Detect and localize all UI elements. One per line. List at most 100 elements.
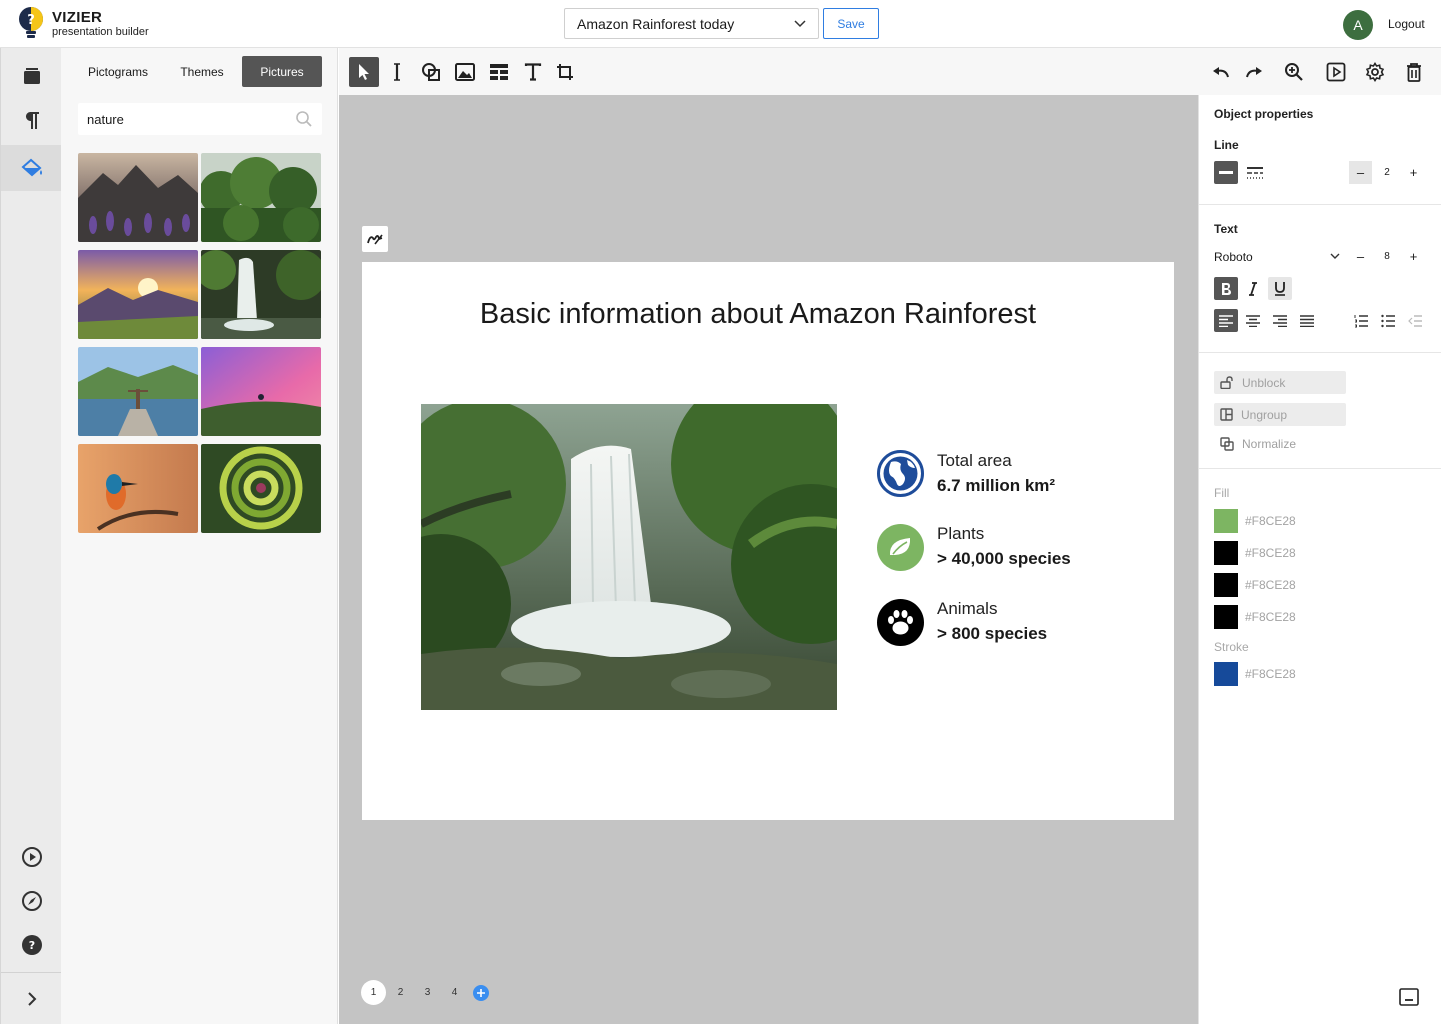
chevron-right-icon[interactable] xyxy=(1,976,62,1022)
compass-icon[interactable] xyxy=(1,878,62,924)
table-tool-icon[interactable] xyxy=(484,57,514,87)
fill-swatch[interactable] xyxy=(1214,509,1238,533)
settings-gear-icon[interactable] xyxy=(1360,57,1390,87)
slide-title[interactable]: Basic information about Amazon Rainfores… xyxy=(362,298,1154,331)
paragraph-icon[interactable] xyxy=(1,97,62,143)
picture-thumbnail[interactable] xyxy=(78,444,198,533)
save-button[interactable]: Save xyxy=(823,8,879,39)
page-4[interactable]: 4 xyxy=(442,980,467,1005)
paw-icon[interactable] xyxy=(877,599,924,646)
fact-label[interactable]: Total area xyxy=(937,451,1012,471)
numbered-list-icon[interactable] xyxy=(1349,309,1373,332)
align-center-icon[interactable] xyxy=(1241,309,1265,332)
align-right-icon[interactable] xyxy=(1268,309,1292,332)
fill-hex-value[interactable]: #F8CE28 xyxy=(1245,546,1296,560)
fill-swatch[interactable] xyxy=(1214,605,1238,629)
leaf-icon[interactable] xyxy=(877,524,924,571)
stroke-swatch[interactable] xyxy=(1214,662,1238,686)
divider xyxy=(1199,204,1441,205)
picture-thumbnail[interactable] xyxy=(201,250,321,339)
zoom-in-icon[interactable] xyxy=(1279,57,1309,87)
page-1[interactable]: 1 xyxy=(361,980,386,1005)
chevron-down-icon xyxy=(1330,253,1340,260)
outdent-icon[interactable] xyxy=(1403,309,1427,332)
library-panel: Pictograms Themes Pictures nature xyxy=(61,48,338,1024)
globe-icon[interactable] xyxy=(877,450,924,497)
search-input[interactable]: nature xyxy=(78,103,322,135)
picture-thumbnail[interactable] xyxy=(201,444,321,533)
preview-icon[interactable] xyxy=(1321,57,1351,87)
italic-icon[interactable] xyxy=(1241,277,1265,300)
fact-value[interactable]: > 800 species xyxy=(937,624,1047,644)
document-select[interactable]: Amazon Rainforest today xyxy=(564,8,819,39)
fact-value[interactable]: 6.7 million km² xyxy=(937,476,1055,496)
unblock-button[interactable]: Unblock xyxy=(1214,371,1346,394)
increment-button[interactable]: + xyxy=(1402,161,1425,184)
fill-hex-value[interactable]: #F8CE28 xyxy=(1245,514,1296,528)
redo-icon[interactable] xyxy=(1239,57,1269,87)
font-size-value[interactable]: 8 xyxy=(1372,245,1402,268)
decrement-button[interactable]: – xyxy=(1349,161,1372,184)
font-select[interactable]: Roboto xyxy=(1214,245,1340,268)
fill-swatch[interactable] xyxy=(1214,573,1238,597)
search-value: nature xyxy=(87,111,124,127)
solid-line-icon[interactable] xyxy=(1214,161,1238,184)
bullet-list-icon[interactable] xyxy=(1376,309,1400,332)
slide[interactable]: Basic information about Amazon Rainfores… xyxy=(362,262,1174,820)
undo-icon[interactable] xyxy=(1206,57,1236,87)
avatar[interactable]: A xyxy=(1343,10,1373,40)
image-tool-icon[interactable] xyxy=(450,57,480,87)
line-tool-icon[interactable] xyxy=(382,57,412,87)
fact-label[interactable]: Animals xyxy=(937,599,997,619)
picture-thumbnail[interactable] xyxy=(201,153,321,242)
signature-icon[interactable] xyxy=(362,226,388,252)
increment-button[interactable]: + xyxy=(1402,245,1425,268)
fact-value[interactable]: > 40,000 species xyxy=(937,549,1071,569)
picture-thumbnail[interactable] xyxy=(78,153,198,242)
page-3[interactable]: 3 xyxy=(415,980,440,1005)
add-page-icon[interactable] xyxy=(473,985,489,1001)
fill-hex-value[interactable]: #F8CE28 xyxy=(1245,610,1296,624)
fill-label: Fill xyxy=(1214,486,1230,500)
font-size-stepper[interactable]: – 8 + xyxy=(1349,245,1425,268)
align-left-icon[interactable] xyxy=(1214,309,1238,332)
help-icon[interactable]: ? xyxy=(1,922,62,968)
ungroup-button[interactable]: Ungroup xyxy=(1214,403,1346,426)
logout-link[interactable]: Logout xyxy=(1388,17,1425,31)
crop-tool-icon[interactable] xyxy=(550,57,580,87)
page-2[interactable]: 2 xyxy=(388,980,413,1005)
layers-icon[interactable] xyxy=(1,53,62,99)
shape-tool-icon[interactable] xyxy=(416,57,446,87)
underline-icon[interactable] xyxy=(1268,277,1292,300)
paint-bucket-icon[interactable] xyxy=(1,145,62,191)
minimize-panel-icon[interactable] xyxy=(1399,988,1419,1006)
text-tool-icon[interactable] xyxy=(518,57,548,87)
picture-thumbnail[interactable] xyxy=(78,347,198,436)
normalize-button[interactable]: Normalize xyxy=(1214,432,1296,455)
app-subtitle: presentation builder xyxy=(52,26,149,38)
stroke-hex-value[interactable]: #F8CE28 xyxy=(1245,667,1296,681)
canvas-area[interactable]: Basic information about Amazon Rainfores… xyxy=(339,95,1198,1024)
play-circle-icon[interactable] xyxy=(1,834,62,880)
fill-hex-value[interactable]: #F8CE28 xyxy=(1245,578,1296,592)
dashed-line-icon[interactable] xyxy=(1243,161,1267,184)
document-title: Amazon Rainforest today xyxy=(577,15,735,32)
fill-swatch[interactable] xyxy=(1214,541,1238,565)
trash-icon[interactable] xyxy=(1399,57,1429,87)
tab-themes[interactable]: Themes xyxy=(162,56,242,87)
search-icon[interactable] xyxy=(295,110,313,128)
divider xyxy=(1199,468,1441,469)
picture-thumbnail[interactable] xyxy=(201,347,321,436)
decrement-button[interactable]: – xyxy=(1349,245,1372,268)
line-width-value[interactable]: 2 xyxy=(1372,161,1402,184)
picture-thumbnail[interactable] xyxy=(78,250,198,339)
fact-label[interactable]: Plants xyxy=(937,524,984,544)
tab-pictures[interactable]: Pictures xyxy=(242,56,322,87)
slide-image[interactable] xyxy=(421,404,837,710)
select-tool-icon[interactable] xyxy=(349,57,379,87)
header: ? VIZIER presentation builder Amazon Rai… xyxy=(0,0,1441,48)
tab-pictograms[interactable]: Pictograms xyxy=(78,56,158,87)
line-width-stepper[interactable]: – 2 + xyxy=(1349,161,1425,184)
align-justify-icon[interactable] xyxy=(1295,309,1319,332)
bold-icon[interactable] xyxy=(1214,277,1238,300)
